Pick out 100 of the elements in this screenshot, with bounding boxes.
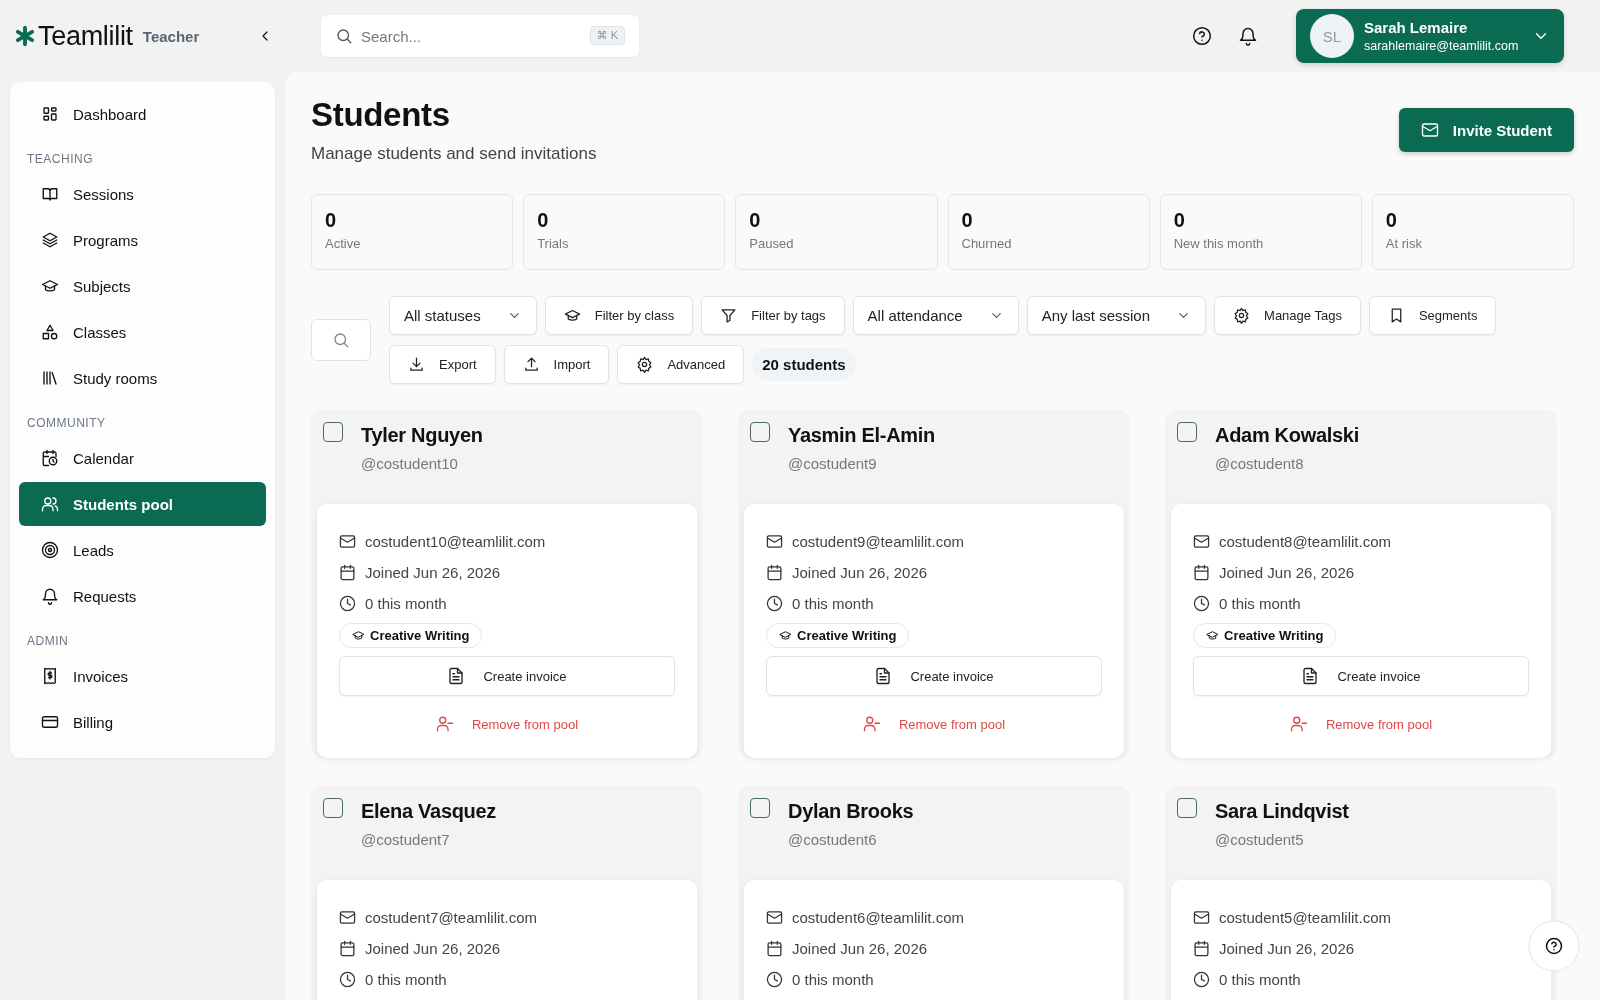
user-email: sarahlemaire@teamlilit.com (1364, 39, 1520, 53)
student-handle: @costudent9 (788, 455, 878, 472)
stat-value: 0 (1173, 209, 1186, 232)
filter-button[interactable]: Segments (1368, 296, 1497, 335)
library-icon (41, 369, 59, 387)
search-icon (332, 331, 350, 349)
student-email: costudent8@teamlilit.com (1219, 533, 1391, 550)
join-date: Joined Jun 26, 2026 (792, 564, 928, 581)
student-email: costudent9@teamlilit.com (792, 533, 964, 550)
calendar-icon (339, 564, 356, 581)
stat-label: Paused (749, 236, 795, 251)
stat-value: 0 (325, 209, 338, 232)
calendar-icon (766, 564, 783, 581)
select-checkbox[interactable] (1177, 422, 1197, 442)
clock-icon (1193, 971, 1210, 988)
select-checkbox[interactable] (750, 422, 770, 442)
nav-item[interactable]: Classes (19, 310, 266, 354)
nav-item[interactable]: Study rooms (19, 356, 266, 400)
student-handle: @costudent8 (1215, 455, 1305, 472)
nav-item[interactable]: Subjects (19, 264, 266, 308)
help-button[interactable] (1528, 920, 1580, 972)
nav-item[interactable]: Invoices (19, 654, 266, 698)
notifications-icon[interactable] (1238, 26, 1258, 46)
remove-from-pool-button[interactable]: Remove from pool (766, 704, 1102, 744)
invite-student-button[interactable]: Invite Student (1398, 108, 1574, 152)
filter-search-field[interactable] (311, 319, 371, 361)
filter-button[interactable]: Advanced (617, 345, 745, 384)
filter-button[interactable]: Filter by class (544, 296, 694, 335)
section-heading: ADMIN (26, 633, 70, 650)
stat-label: At risk (1385, 236, 1423, 251)
nav-item[interactable]: Leads (19, 528, 266, 572)
sessions-count: 0 this month (792, 971, 874, 988)
user-minus-icon (435, 715, 454, 733)
help-icon[interactable] (1192, 26, 1212, 46)
role-label: Teacher (142, 27, 200, 45)
filter-button[interactable]: Filter by tags (701, 296, 845, 335)
upload-icon (522, 356, 540, 373)
graduation-cap-icon (352, 629, 365, 642)
student-handle: @costudent6 (788, 831, 878, 848)
shortcut-hint: ⌘ K (589, 26, 625, 45)
clock-icon (339, 595, 356, 612)
credit-card-icon (41, 713, 59, 731)
nav-item[interactable]: Requests (19, 574, 266, 618)
mail-icon (1193, 533, 1210, 550)
filter-dropdown[interactable]: All attendance (852, 296, 1019, 335)
stat-value: 0 (749, 209, 762, 232)
nav-item[interactable]: Billing (19, 700, 266, 744)
select-checkbox[interactable] (323, 798, 343, 818)
user-name: Sarah Lemaire (1364, 19, 1469, 36)
sessions-count: 0 this month (365, 971, 447, 988)
clock-icon (1193, 595, 1210, 612)
stat-label: Trials (537, 236, 570, 251)
filter-button[interactable]: Manage Tags (1214, 296, 1361, 335)
create-invoice-button[interactable]: Create invoice (339, 656, 675, 696)
student-name: Yasmin El-Amin (788, 424, 935, 447)
filter-button[interactable]: Export (389, 345, 496, 384)
user-minus-icon (1289, 715, 1308, 733)
nav-item[interactable]: Students pool (19, 482, 266, 526)
nav-item[interactable]: Programs (19, 218, 266, 262)
calendar-clock-icon (41, 449, 59, 467)
graduation-cap-icon (563, 307, 581, 324)
user-menu[interactable]: SL Sarah Lemaire sarahlemaire@teamlilit.com (1296, 9, 1564, 63)
mail-icon (1193, 909, 1210, 926)
clock-icon (339, 971, 356, 988)
stat-label: Churned (961, 236, 1013, 251)
page-subtitle: Manage students and send invitations (311, 144, 597, 164)
student-handle: @costudent5 (1215, 831, 1305, 848)
stat-value: 0 (1385, 209, 1398, 232)
filter-dropdown[interactable]: Any last session (1026, 296, 1207, 335)
create-invoice-button[interactable]: Create invoice (766, 656, 1102, 696)
remove-from-pool-button[interactable]: Remove from pool (339, 704, 675, 744)
logo-icon (14, 25, 36, 47)
select-checkbox[interactable] (750, 798, 770, 818)
book-icon (41, 185, 59, 203)
user-minus-icon (862, 715, 881, 733)
clock-icon (766, 971, 783, 988)
remove-from-pool-button[interactable]: Remove from pool (1193, 704, 1529, 744)
student-handle: @costudent7 (361, 831, 451, 848)
search-icon (335, 27, 353, 45)
nav-item[interactable]: Calendar (19, 436, 266, 480)
mail-icon (339, 533, 356, 550)
filter-button[interactable]: Import (503, 345, 610, 384)
create-invoice-button[interactable]: Create invoice (1193, 656, 1529, 696)
nav-item[interactable]: Sessions (19, 172, 266, 216)
document-icon (874, 667, 893, 685)
document-icon (447, 667, 466, 685)
student-name: Elena Vasquez (361, 800, 497, 823)
shapes-icon (41, 323, 59, 341)
select-checkbox[interactable] (323, 422, 343, 442)
mail-icon (766, 909, 783, 926)
graduation-cap-icon (1206, 629, 1219, 642)
stat-label: New this month (1173, 236, 1265, 251)
join-date: Joined Jun 26, 2026 (1219, 940, 1355, 957)
brand-name: Teamlilit (38, 20, 133, 52)
select-checkbox[interactable] (1177, 798, 1197, 818)
section-heading: COMMUNITY (26, 415, 107, 432)
filter-dropdown[interactable]: All statuses (389, 296, 537, 335)
filter-icon (720, 307, 738, 324)
student-email: costudent6@teamlilit.com (792, 909, 964, 926)
nav-item[interactable]: Dashboard (19, 92, 266, 136)
